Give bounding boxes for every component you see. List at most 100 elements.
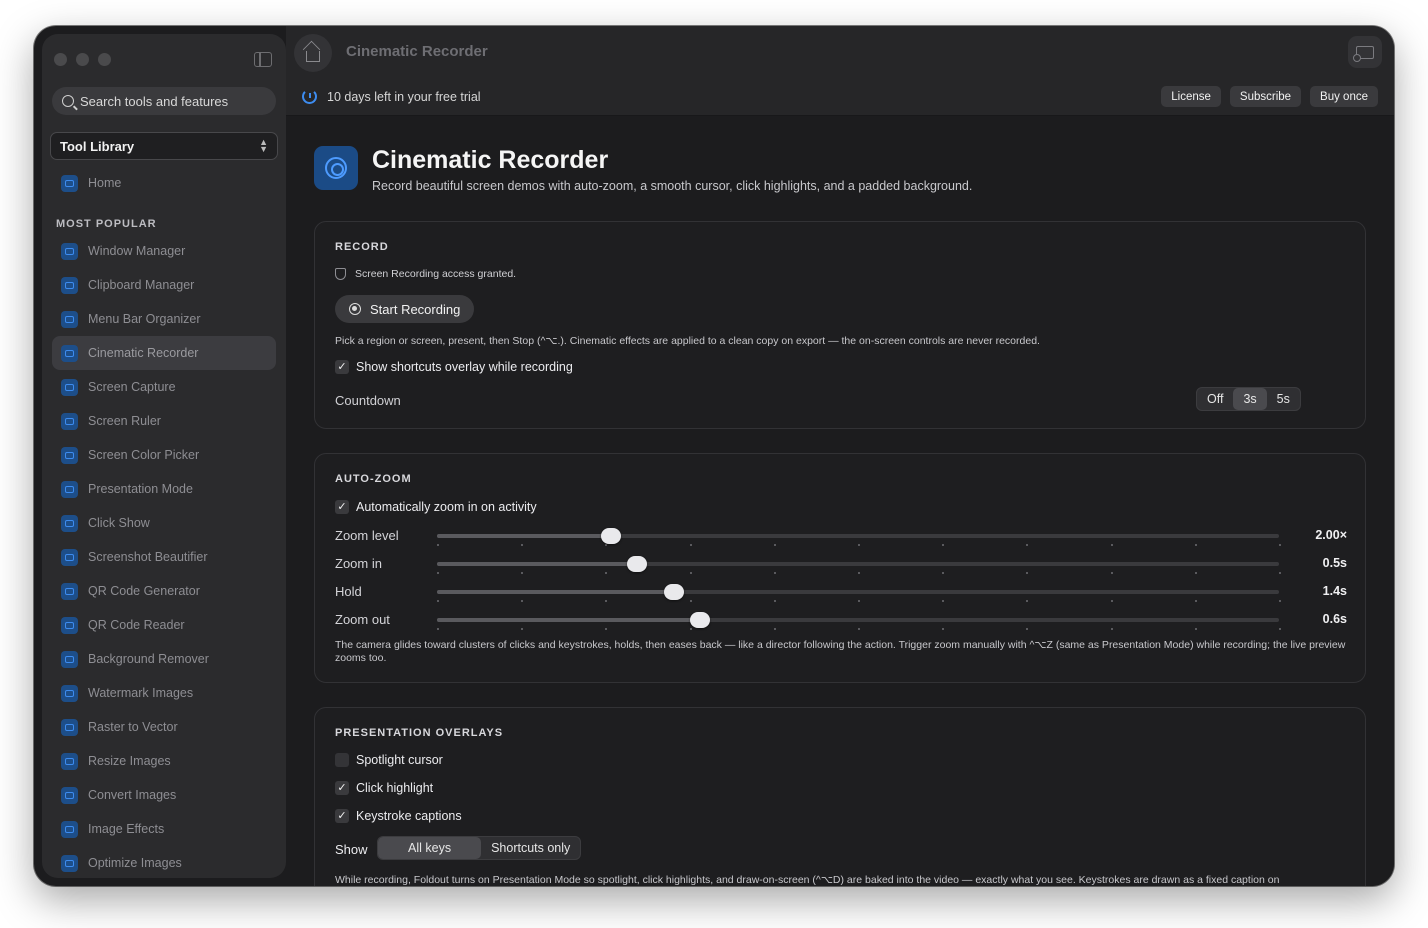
sidebar-item-background-remover[interactable]: Background Remover (52, 642, 276, 676)
tool-icon (61, 446, 78, 464)
sidebar-item-resize-images[interactable]: Resize Images (52, 744, 276, 778)
sidebar-item-home[interactable]: Home (52, 166, 276, 200)
sidebar-item-screenshot-beautifier[interactable]: Screenshot Beautifier (52, 540, 276, 574)
slider-track[interactable] (437, 584, 1281, 602)
checkbox-label: Show shortcuts overlay while recording (356, 360, 573, 374)
sidebar-item-label: Screen Capture (88, 380, 176, 394)
sidebar-item-qr-code-reader[interactable]: QR Code Reader (52, 608, 276, 642)
record-card: RECORD Screen Recording access granted. … (314, 221, 1366, 429)
checkbox-label: Keystroke captions (356, 809, 462, 823)
click-highlight-toggle[interactable]: ✓ Click highlight (335, 781, 433, 795)
sidebar-item-screen-color-picker[interactable]: Screen Color Picker (52, 438, 276, 472)
tool-library-select[interactable]: Tool Library ▲ ▼ (50, 132, 278, 160)
sidebar-item-clipboard-manager[interactable]: Clipboard Manager (52, 268, 276, 302)
auto-zoom-toggle[interactable]: ✓ Automatically zoom in on activity (335, 500, 537, 514)
start-recording-label: Start Recording (370, 301, 461, 317)
zoom-window-button[interactable] (98, 53, 111, 66)
sidebar-item-raster-to-vector[interactable]: Raster to Vector (52, 710, 276, 744)
home-button[interactable] (294, 34, 332, 72)
page-subtitle: Record beautiful screen demos with auto-… (372, 179, 973, 193)
sidebar-item-screen-ruler[interactable]: Screen Ruler (52, 404, 276, 438)
spotlight-cursor-toggle[interactable]: Spotlight cursor (335, 753, 443, 767)
slider-track[interactable] (437, 612, 1281, 630)
search-field[interactable] (52, 87, 276, 115)
sidebar-item-window-manager[interactable]: Window Manager (52, 234, 276, 268)
slider-label: Zoom in (335, 556, 382, 571)
sidebar-item-label: QR Code Reader (88, 618, 185, 632)
tool-icon (61, 378, 78, 396)
sidebar-item-convert-images[interactable]: Convert Images (52, 778, 276, 812)
countdown-option-off[interactable]: Off (1197, 388, 1233, 410)
sidebar-item-label: Background Remover (88, 652, 209, 666)
auto-zoom-description: The camera glides toward clusters of cli… (335, 639, 1346, 664)
shield-check-icon (335, 268, 346, 280)
close-window-button[interactable] (54, 53, 67, 66)
tool-icon (61, 582, 78, 600)
presentation-overlays-card: PRESENTATION OVERLAYS Spotlight cursor ✓… (314, 707, 1366, 886)
checkbox[interactable]: ✓ (335, 781, 349, 795)
checkbox[interactable]: ✓ (335, 500, 349, 514)
tool-icon (61, 412, 78, 430)
record-hint: Pick a region or screen, present, then S… (335, 335, 1040, 347)
sidebar-item-cinematic-recorder[interactable]: Cinematic Recorder (52, 336, 276, 370)
show-label: Show (335, 842, 368, 857)
sidebar-item-click-show[interactable]: Click Show (52, 506, 276, 540)
buy-once-button[interactable]: Buy once (1310, 86, 1378, 107)
sidebar-item-screen-capture[interactable]: Screen Capture (52, 370, 276, 404)
checkbox-label: Automatically zoom in on activity (356, 500, 537, 514)
slider-thumb[interactable] (664, 584, 685, 600)
sidebar-item-label: Watermark Images (88, 686, 194, 700)
keystroke-captions-toggle[interactable]: ✓ Keystroke captions (335, 809, 462, 823)
search-input[interactable] (80, 93, 260, 109)
sidebar-item-label: Screenshot Beautifier (88, 550, 208, 564)
chevron-updown-icon: ▲ ▼ (259, 137, 268, 154)
sidebar-item-watermark-images[interactable]: Watermark Images (52, 676, 276, 710)
sidebar-item-label: Home (88, 176, 122, 190)
tool-icon (61, 820, 78, 838)
tool-icon (61, 276, 78, 294)
checkbox[interactable]: ✓ (335, 809, 349, 823)
sidebar-item-qr-code-generator[interactable]: QR Code Generator (52, 574, 276, 608)
countdown-option-3s[interactable]: 3s (1233, 388, 1267, 410)
aperture-icon (314, 146, 358, 190)
page-title: Cinematic Recorder (372, 146, 609, 174)
slider-thumb[interactable] (689, 612, 710, 628)
checkbox[interactable]: ✓ (335, 360, 349, 374)
screen-mirror-button[interactable] (1348, 36, 1382, 68)
slider-zoom-out: Zoom out 0.6s (335, 610, 1347, 630)
license-button[interactable]: License (1161, 86, 1221, 107)
slider-track[interactable] (437, 556, 1281, 574)
sidebar-item-label: Window Manager (88, 244, 186, 258)
access-status: Screen Recording access granted. (355, 268, 517, 280)
subscribe-button[interactable]: Subscribe (1229, 86, 1302, 107)
toolbar: Cinematic Recorder (286, 26, 1394, 78)
slider-thumb[interactable] (601, 528, 622, 544)
countdown-option-5s[interactable]: 5s (1267, 388, 1300, 410)
show-option-all-keys[interactable]: All keys (378, 837, 482, 859)
slider-zoom-in: Zoom in 0.5s (335, 554, 1347, 574)
countdown-label: Countdown (335, 393, 401, 408)
sidebar-item-image-effects[interactable]: Image Effects (52, 812, 276, 846)
slider-hold: Hold 1.4s (335, 582, 1347, 602)
minimize-window-button[interactable] (76, 53, 89, 66)
tool-icon (61, 786, 78, 804)
auto-zoom-card: AUTO-ZOOM ✓ Automatically zoom in on act… (314, 453, 1366, 683)
sidebar-item-presentation-mode[interactable]: Presentation Mode (52, 472, 276, 506)
show-option-shortcuts-only[interactable]: Shortcuts only (481, 837, 580, 859)
tool-icon (61, 480, 78, 498)
card-title: RECORD (335, 241, 389, 253)
slider-value: 0.5s (1322, 556, 1347, 570)
sidebar-item-label: Menu Bar Organizer (88, 312, 201, 326)
sidebar-item-label: Cinematic Recorder (88, 346, 199, 360)
checkbox[interactable] (335, 753, 349, 767)
sidebar-item-menu-bar-organizer[interactable]: Menu Bar Organizer (52, 302, 276, 336)
sidebar-toggle-icon[interactable] (254, 52, 272, 67)
slider-track[interactable] (437, 528, 1281, 546)
tool-icon (61, 650, 78, 668)
sidebar-item-label: Screen Ruler (88, 414, 161, 428)
slider-thumb[interactable] (626, 556, 647, 572)
sidebar-item-label: Optimize Images (88, 856, 182, 870)
start-recording-button[interactable]: Start Recording (335, 295, 475, 323)
sidebar-item-optimize-images[interactable]: Optimize Images (52, 846, 276, 878)
shortcuts-overlay-toggle[interactable]: ✓ Show shortcuts overlay while recording (335, 360, 573, 374)
